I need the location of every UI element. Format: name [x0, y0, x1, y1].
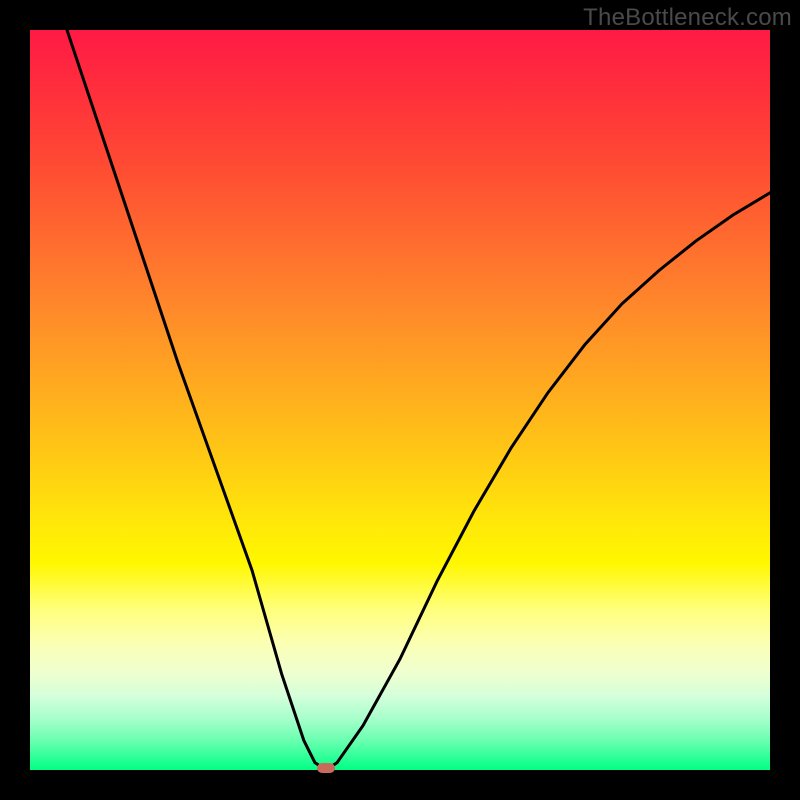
- watermark-text: TheBottleneck.com: [583, 4, 792, 32]
- bottleneck-curve-path: [67, 30, 770, 770]
- bottleneck-curve-svg: [30, 30, 770, 770]
- chart-plot-area: [30, 30, 770, 770]
- optimal-point-marker: [317, 763, 335, 773]
